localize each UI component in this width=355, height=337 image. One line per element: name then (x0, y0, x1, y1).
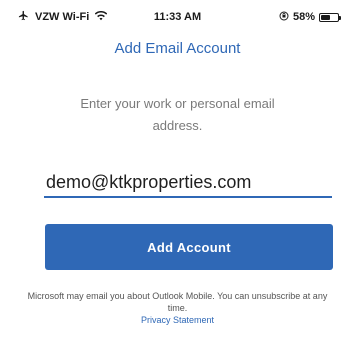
privacy-statement-link[interactable]: Privacy Statement (0, 314, 355, 326)
status-time: 11:33 AM (153, 11, 202, 23)
email-prompt: Enter your work or personal email addres… (80, 96, 275, 133)
add-account-button[interactable]: Add Account (45, 224, 333, 270)
status-right: 58% (279, 11, 341, 24)
status-left: VZW Wi-Fi (18, 10, 108, 24)
battery-percent: 58% (292, 11, 315, 23)
status-bar: VZW Wi-Fi 11:33 AM 58% (0, 0, 355, 34)
disclaimer-text: Microsoft may email you about Outlook Mo… (27, 291, 328, 313)
email-field[interactable] (44, 168, 332, 198)
orientation-lock-icon (279, 11, 289, 24)
battery-fill (321, 14, 331, 20)
airplane-icon (18, 10, 29, 24)
wifi-icon (95, 10, 108, 24)
page-title: Add Email Account (114, 40, 241, 57)
battery-icon (319, 12, 341, 22)
disclaimer: Microsoft may email you about Outlook Mo… (0, 290, 355, 326)
carrier-label: VZW Wi-Fi (35, 11, 90, 23)
